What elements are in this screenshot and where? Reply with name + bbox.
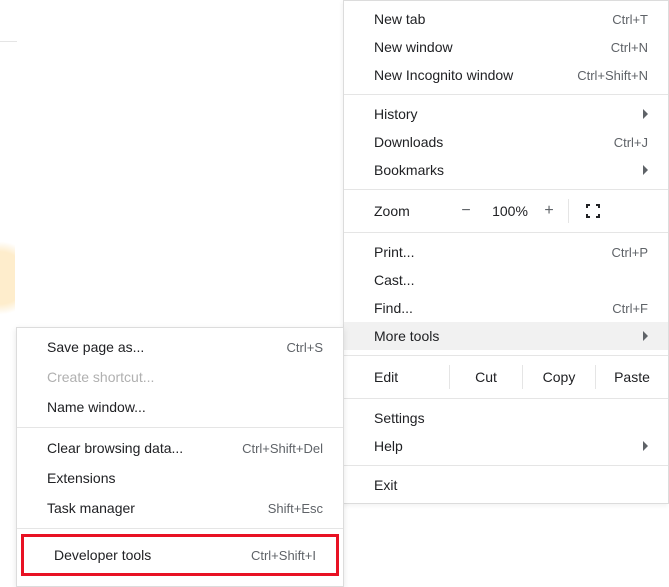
menu-new-tab[interactable]: New tab Ctrl+T — [344, 5, 668, 33]
submenu-label: Extensions — [47, 470, 115, 486]
menu-separator — [344, 189, 668, 190]
chrome-main-menu: New tab Ctrl+T New window Ctrl+N New Inc… — [343, 0, 669, 504]
menu-bookmarks[interactable]: Bookmarks — [344, 156, 668, 184]
submenu-label: Developer tools — [54, 547, 151, 563]
menu-label: Cast... — [374, 272, 414, 288]
menu-shortcut: Ctrl+F — [612, 301, 648, 316]
submenu-save-page[interactable]: Save page as... Ctrl+S — [17, 332, 343, 362]
zoom-in-button[interactable]: + — [534, 202, 564, 220]
more-tools-submenu: Save page as... Ctrl+S Create shortcut..… — [16, 327, 344, 587]
menu-shortcut: Ctrl+N — [611, 40, 648, 55]
cut-button[interactable]: Cut — [450, 365, 522, 389]
menu-find[interactable]: Find... Ctrl+F — [344, 294, 668, 322]
menu-label: Help — [374, 438, 403, 454]
submenu-label: Clear browsing data... — [47, 440, 183, 456]
menu-cast[interactable]: Cast... — [344, 266, 668, 294]
menu-label: Print... — [374, 244, 414, 260]
menu-help[interactable]: Help — [344, 432, 668, 460]
zoom-label: Zoom — [374, 203, 446, 219]
menu-exit[interactable]: Exit — [344, 471, 668, 499]
menu-settings[interactable]: Settings — [344, 404, 668, 432]
submenu-shortcut: Ctrl+S — [287, 340, 323, 355]
submenu-label: Save page as... — [47, 339, 144, 355]
menu-label: Find... — [374, 300, 413, 316]
submenu-developer-tools[interactable]: Developer tools Ctrl+Shift+I — [24, 537, 336, 573]
submenu-shortcut: Ctrl+Shift+Del — [242, 441, 323, 456]
paste-button[interactable]: Paste — [596, 365, 668, 389]
submenu-shortcut: Ctrl+Shift+I — [251, 548, 316, 563]
menu-new-window[interactable]: New window Ctrl+N — [344, 33, 668, 61]
menu-label: New window — [374, 39, 453, 55]
fullscreen-button[interactable] — [573, 203, 613, 219]
menu-separator — [17, 528, 343, 529]
menu-print[interactable]: Print... Ctrl+P — [344, 238, 668, 266]
zoom-out-button[interactable]: − — [446, 202, 486, 220]
menu-label: New tab — [374, 11, 425, 27]
menu-label: History — [374, 106, 418, 122]
vertical-separator — [568, 199, 569, 223]
submenu-task-manager[interactable]: Task manager Shift+Esc — [17, 493, 343, 523]
menu-label: More tools — [374, 328, 439, 344]
submenu-label: Name window... — [47, 399, 146, 415]
menu-downloads[interactable]: Downloads Ctrl+J — [344, 128, 668, 156]
developer-tools-highlight: Developer tools Ctrl+Shift+I — [21, 534, 339, 576]
chevron-right-icon — [643, 165, 648, 175]
submenu-create-shortcut: Create shortcut... — [17, 362, 343, 392]
menu-separator — [344, 398, 668, 399]
menu-separator — [344, 94, 668, 95]
menu-shortcut: Ctrl+T — [612, 12, 648, 27]
menu-label: New Incognito window — [374, 67, 513, 83]
submenu-extensions[interactable]: Extensions — [17, 463, 343, 493]
submenu-shortcut: Shift+Esc — [268, 501, 323, 516]
menu-separator — [17, 427, 343, 428]
menu-separator — [344, 465, 668, 466]
edit-label: Edit — [374, 369, 449, 385]
menu-separator — [344, 232, 668, 233]
menu-shortcut: Ctrl+Shift+N — [577, 68, 648, 83]
menu-history[interactable]: History — [344, 100, 668, 128]
submenu-label: Create shortcut... — [47, 369, 154, 385]
fullscreen-icon — [585, 203, 601, 219]
menu-zoom-row: Zoom − 100% + — [344, 195, 668, 227]
chevron-right-icon — [643, 331, 648, 341]
menu-label: Downloads — [374, 134, 443, 150]
zoom-value: 100% — [486, 203, 534, 219]
menu-label: Bookmarks — [374, 162, 444, 178]
submenu-name-window[interactable]: Name window... — [17, 392, 343, 422]
chevron-right-icon — [643, 441, 648, 451]
submenu-clear-browsing-data[interactable]: Clear browsing data... Ctrl+Shift+Del — [17, 433, 343, 463]
page-divider — [0, 41, 17, 42]
menu-shortcut: Ctrl+J — [614, 135, 648, 150]
copy-button[interactable]: Copy — [523, 365, 595, 389]
menu-more-tools[interactable]: More tools — [344, 322, 668, 350]
menu-label: Exit — [374, 477, 397, 493]
menu-edit-row: Edit Cut Copy Paste — [344, 361, 668, 393]
menu-label: Settings — [374, 410, 425, 426]
chevron-right-icon — [643, 109, 648, 119]
menu-separator — [344, 355, 668, 356]
menu-new-incognito[interactable]: New Incognito window Ctrl+Shift+N — [344, 61, 668, 89]
menu-shortcut: Ctrl+P — [612, 245, 648, 260]
submenu-label: Task manager — [47, 500, 135, 516]
page-decoration — [0, 228, 15, 328]
